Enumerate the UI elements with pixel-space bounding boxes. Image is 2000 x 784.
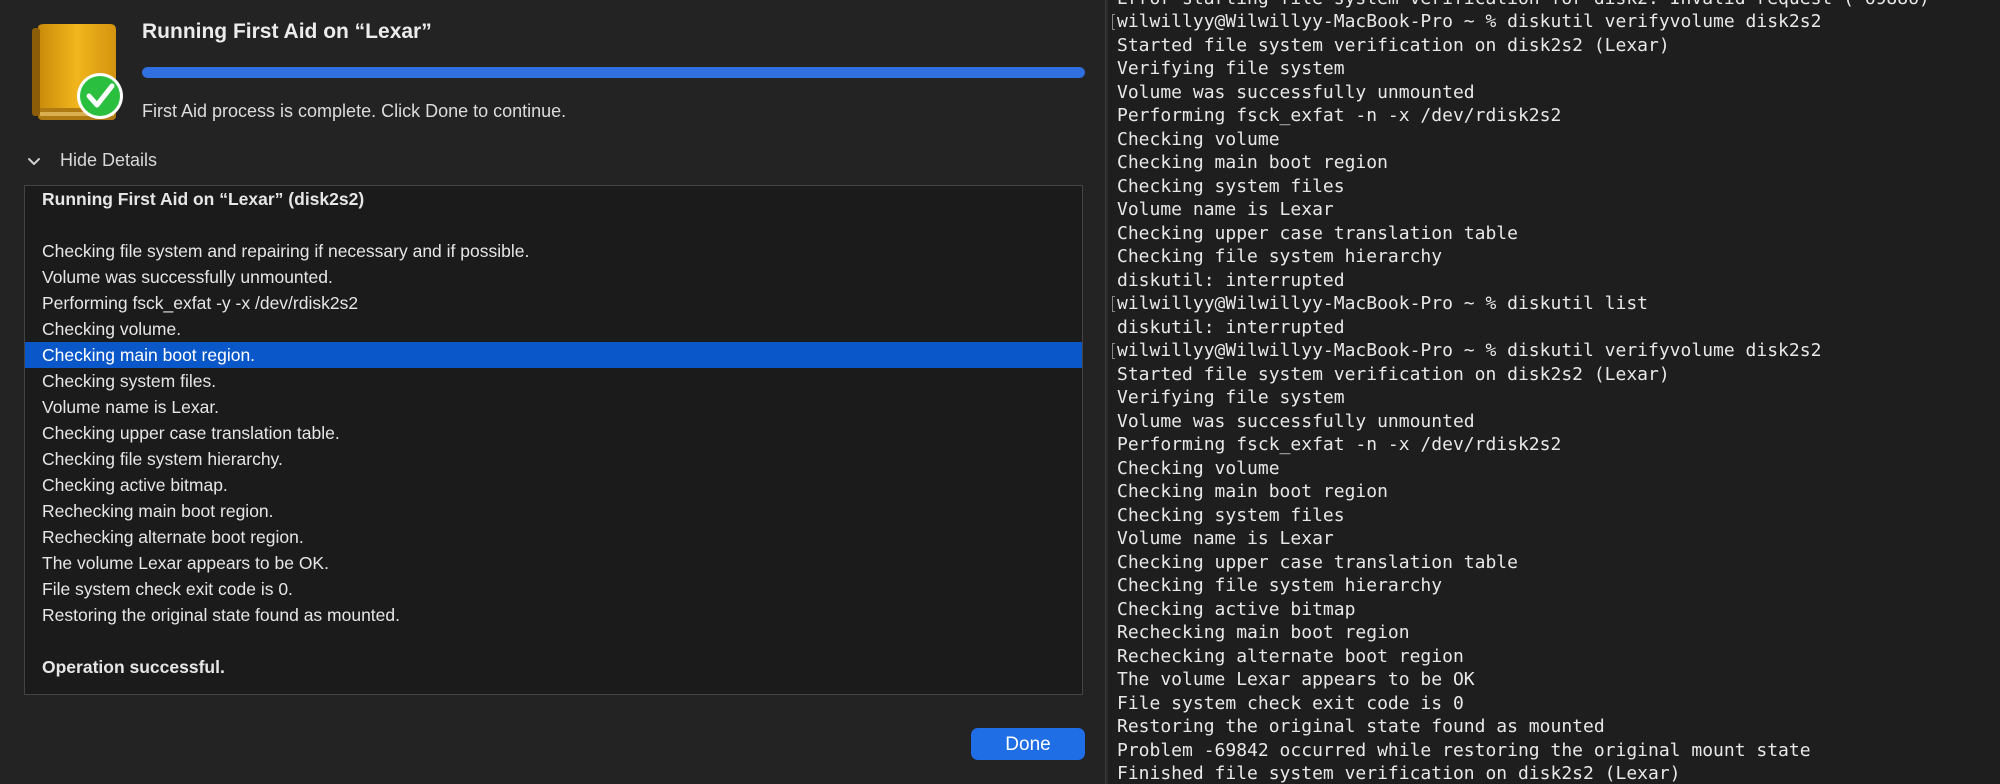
terminal-line: Rechecking main boot region (1117, 622, 1410, 643)
terminal-line: Error starting file system verification … (1117, 0, 1930, 10)
terminal-line: Verifying file system (1117, 58, 1345, 79)
done-button[interactable]: Done (971, 728, 1085, 760)
terminal-prompt-line: wilwillyy@Wilwillyy-MacBook-Pro ~ % disk… (1117, 293, 1649, 314)
log-line[interactable]: Restoring the original state found as mo… (25, 602, 1082, 628)
terminal-line: Checking main boot region (1117, 481, 1388, 502)
hide-details-label: Hide Details (60, 150, 158, 170)
terminal-window[interactable]: Error starting file system verification … (1108, 0, 2000, 784)
external-drive-icon (32, 24, 123, 120)
terminal-line: Volume name is Lexar (1117, 528, 1334, 549)
terminal-line: Checking main boot region (1117, 152, 1388, 173)
terminal-line: Checking file system hierarchy (1117, 246, 1443, 267)
terminal-line: Problem -69842 occurred while restoring … (1117, 739, 1811, 761)
terminal-line: Checking system files (1117, 175, 1345, 197)
terminal-line: Checking volume (1117, 457, 1280, 479)
log-line[interactable]: Operation successful. (25, 654, 1082, 680)
terminal-line: Volume name is Lexar (1117, 199, 1334, 220)
log-line[interactable]: Checking volume. (25, 316, 1082, 342)
log-line[interactable]: Checking system files. (25, 368, 1082, 394)
log-line[interactable]: Checking file system and repairing if ne… (25, 238, 1082, 264)
terminal-line: diskutil: interrupted (1117, 316, 1345, 338)
terminal-line: Verifying file system (1117, 387, 1345, 408)
log-line[interactable]: Rechecking alternate boot region. (25, 524, 1082, 550)
terminal-line: diskutil: interrupted (1117, 269, 1345, 291)
log-line[interactable]: Rechecking main boot region. (25, 498, 1082, 524)
log-line[interactable]: Checking main boot region. (25, 342, 1082, 368)
terminal-line: Checking active bitmap (1117, 598, 1356, 620)
terminal-line: Finished file system verification on dis… (1117, 763, 1681, 784)
status-text: First Aid process is complete. Click Don… (142, 101, 567, 121)
terminal-line: Checking upper case translation table (1117, 222, 1518, 244)
terminal-line: Started file system verification on disk… (1117, 34, 1670, 56)
terminal-line: Restoring the original state found as mo… (1117, 716, 1605, 737)
terminal-line: Checking upper case translation table (1117, 551, 1518, 573)
terminal-line: Rechecking alternate boot region (1117, 645, 1464, 667)
prompt-mark (1112, 296, 1115, 312)
log-line[interactable]: The volume Lexar appears to be OK. (25, 550, 1082, 576)
terminal-line: Checking file system hierarchy (1117, 575, 1443, 596)
terminal-line: Volume was successfully unmounted (1117, 81, 1475, 103)
progress-bar (142, 67, 1085, 78)
progress-fill (142, 67, 1085, 78)
terminal-line: Started file system verification on disk… (1117, 363, 1670, 385)
terminal-line: Checking system files (1117, 504, 1345, 526)
log-line[interactable]: File system check exit code is 0. (25, 576, 1082, 602)
prompt-mark (1112, 14, 1115, 30)
terminal-line: Performing fsck_exfat -n -x /dev/rdisk2s… (1117, 434, 1562, 455)
first-aid-sheet: Running First Aid on “Lexar” First Aid p… (0, 0, 1105, 784)
hide-details-toggle[interactable]: Hide Details (24, 150, 157, 171)
terminal-line: Volume was successfully unmounted (1117, 410, 1475, 432)
terminal-prompt-line: wilwillyy@Wilwillyy-MacBook-Pro ~ % disk… (1117, 11, 1822, 32)
log-line[interactable]: Checking upper case translation table. (25, 420, 1082, 446)
details-log[interactable]: Running First Aid on “Lexar” (disk2s2) Ch… (24, 185, 1083, 695)
terminal-prompt-line: wilwillyy@Wilwillyy-MacBook-Pro ~ % disk… (1117, 340, 1822, 361)
terminal-line: Performing fsck_exfat -n -x /dev/rdisk2s… (1117, 105, 1562, 126)
terminal-output: Error starting file system verification … (1117, 0, 1930, 784)
terminal-line: The volume Lexar appears to be OK (1117, 669, 1475, 690)
terminal-line: File system check exit code is 0 (1117, 692, 1464, 714)
log-line[interactable]: Volume name is Lexar. (25, 394, 1082, 420)
log-line[interactable]: Performing fsck_exfat -y -x /dev/rdisk2s… (25, 290, 1082, 316)
prompt-mark (1112, 343, 1115, 359)
log-line[interactable]: Running First Aid on “Lexar” (disk2s2) (25, 186, 1082, 212)
log-line[interactable]: Checking active bitmap. (25, 472, 1082, 498)
log-line[interactable] (25, 628, 1082, 654)
terminal-line: Checking volume (1117, 128, 1280, 150)
sheet-title: Running First Aid on “Lexar” (142, 20, 432, 43)
log-line[interactable]: Volume was successfully unmounted. (25, 264, 1082, 290)
prompt-marks (1112, 0, 1116, 784)
chevron-down-icon (28, 157, 40, 165)
log-line[interactable]: Checking file system hierarchy. (25, 446, 1082, 472)
checkmark-badge-icon (77, 73, 123, 119)
log-line[interactable] (25, 212, 1082, 238)
